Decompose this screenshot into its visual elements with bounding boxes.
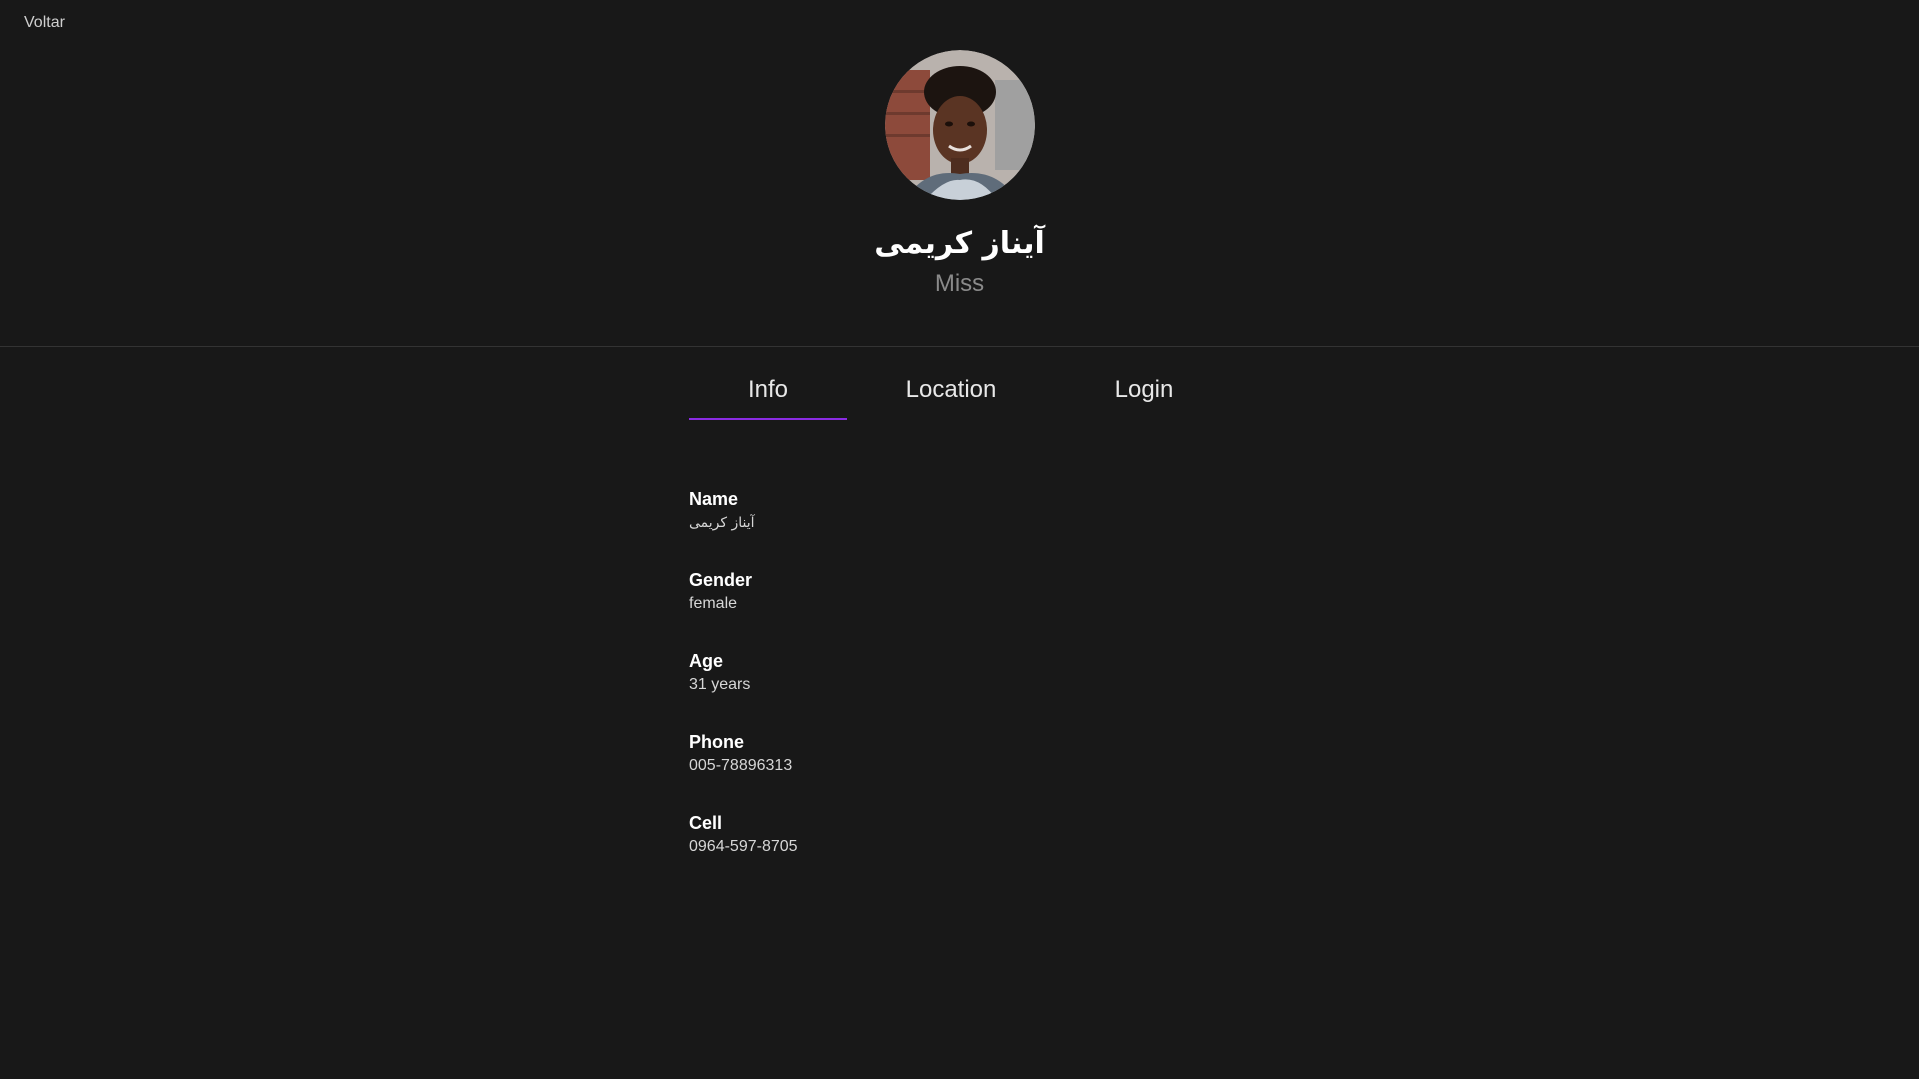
field-label: Name	[689, 489, 739, 509]
tab-login[interactable]: Login	[1055, 362, 1233, 420]
field-name: Name آیناز کریمی	[689, 486, 798, 567]
tab-location[interactable]: Location	[847, 362, 1055, 420]
field-value: 31 years	[689, 676, 751, 693]
field-value: 005-78896313	[689, 757, 793, 774]
profile-header: آیناز کریمی Miss	[0, 0, 1919, 347]
profile-title: Miss	[934, 270, 985, 297]
info-panel: Name آیناز کریمی Gender female Age 31 ye…	[689, 486, 798, 891]
avatar	[885, 50, 1035, 200]
field-label: Age	[689, 651, 724, 671]
avatar-photo	[885, 50, 1035, 200]
field-age: Age 31 years	[689, 648, 798, 729]
field-value: آیناز کریمی	[689, 515, 755, 531]
profile-name: آیناز کریمی	[874, 226, 1045, 261]
field-phone: Phone 005-78896313	[689, 729, 798, 810]
field-gender: Gender female	[689, 567, 798, 648]
tab-bar: Info Location Login	[689, 362, 1233, 420]
tab-info[interactable]: Info	[689, 362, 847, 420]
field-label: Cell	[689, 813, 723, 833]
field-cell: Cell 0964-597-8705	[689, 810, 798, 891]
field-label: Gender	[689, 570, 753, 590]
field-value: female	[689, 595, 738, 612]
field-value: 0964-597-8705	[689, 838, 798, 855]
field-label: Phone	[689, 732, 745, 752]
profile-page: Voltar آیناز کریمی Miss Info Location Lo…	[0, 0, 1919, 1079]
